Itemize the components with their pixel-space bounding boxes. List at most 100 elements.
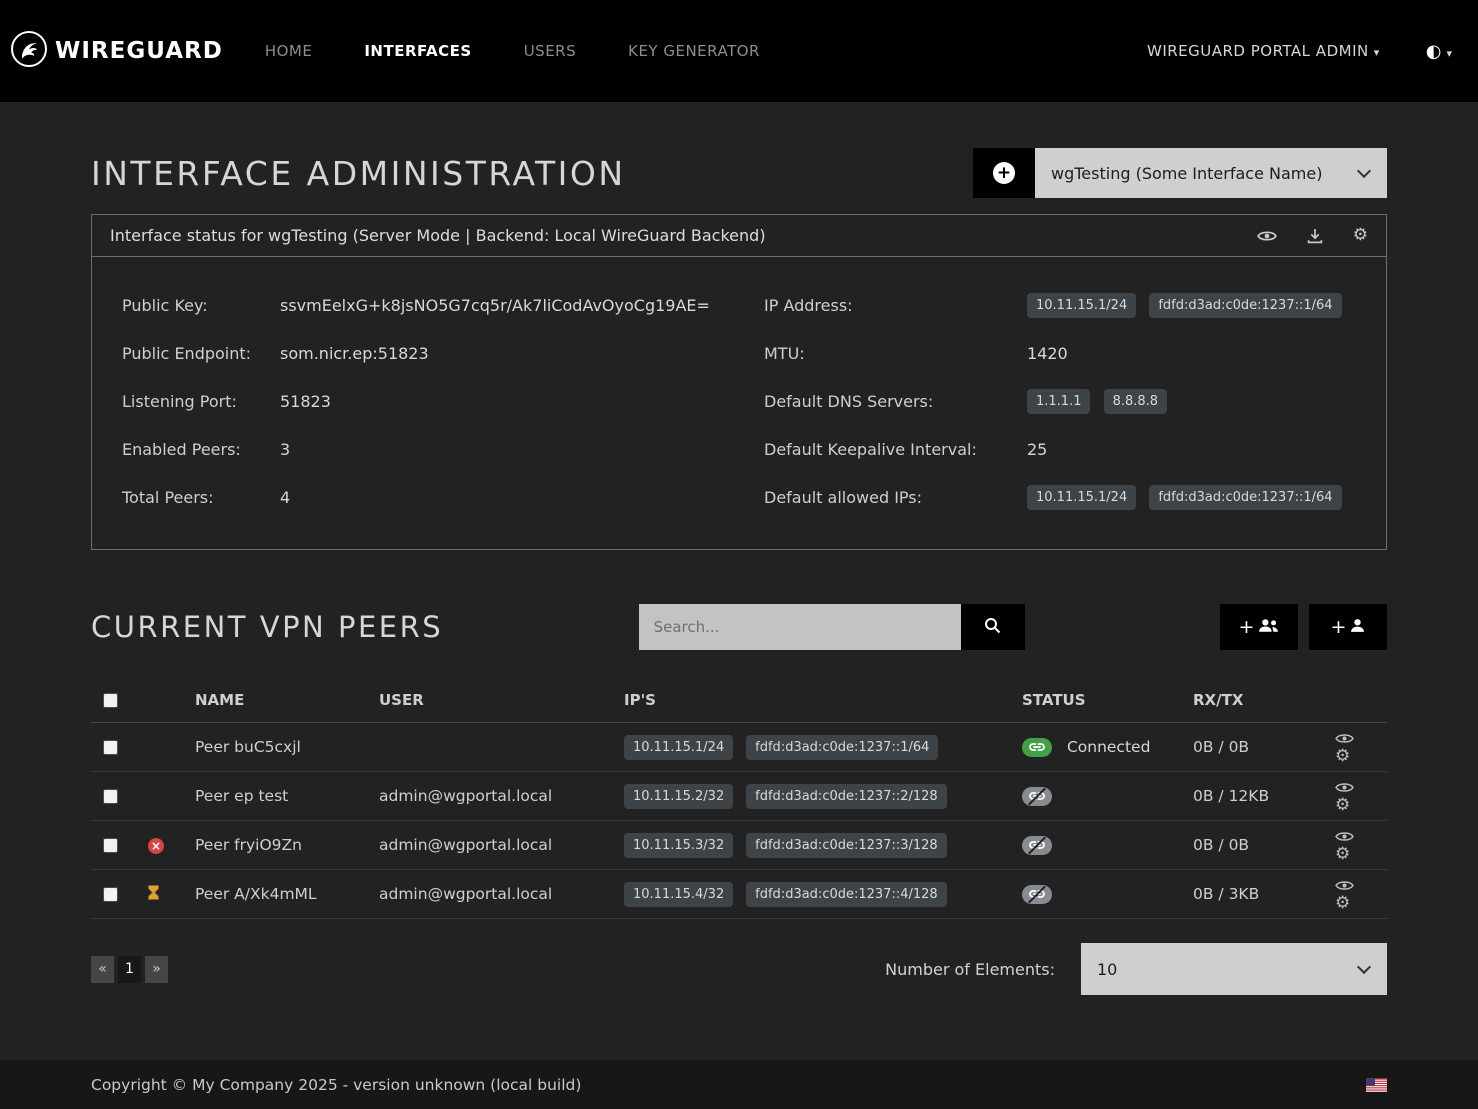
search-input[interactable] bbox=[639, 604, 961, 650]
edit-peer-button gear-icon[interactable]: ⚙ bbox=[1335, 748, 1350, 765]
peer-user: admin@wgportal.local bbox=[379, 821, 624, 870]
disconnected-link-slash-icon bbox=[1022, 836, 1052, 855]
card-title: Interface status for wgTesting (Server M… bbox=[110, 226, 766, 245]
info-label: Public Key: bbox=[122, 296, 280, 315]
info-label: Default allowed IPs: bbox=[764, 488, 1027, 507]
pagination-next[interactable]: » bbox=[145, 956, 168, 983]
info-label: IP Address: bbox=[764, 296, 1027, 315]
info-row: Public Key: ssvmEelxG+k8jsNO5G7cq5r/Ak7l… bbox=[122, 281, 764, 329]
top-navbar: WireGuard HOME INTERFACES USERS KEY GENE… bbox=[0, 0, 1478, 102]
info-row: MTU: 1420 bbox=[764, 329, 1356, 377]
select-all-checkbox[interactable] bbox=[103, 693, 118, 708]
plus-glyph: + bbox=[1331, 616, 1347, 638]
navbar-right: WIREGUARD PORTAL ADMIN▾ ◐▾ bbox=[1147, 41, 1452, 62]
col-header-rxtx: RX/TX bbox=[1193, 678, 1323, 723]
view-peer-button eye-icon[interactable] bbox=[1335, 879, 1354, 892]
people-icon bbox=[1258, 616, 1279, 638]
info-label: MTU: bbox=[764, 344, 1027, 363]
info-row: Total Peers: 4 bbox=[122, 473, 764, 521]
peer-disabled-icon: × bbox=[148, 838, 164, 854]
peer-rxtx: 0B / 0B bbox=[1193, 821, 1323, 870]
view-peer-button eye-icon[interactable] bbox=[1335, 732, 1354, 745]
connected-link-icon bbox=[1022, 738, 1052, 757]
add-interface-button[interactable]: + bbox=[973, 148, 1035, 198]
view-config-button eye-icon[interactable] bbox=[1257, 229, 1277, 243]
language-flag-icon[interactable] bbox=[1366, 1078, 1387, 1092]
peer-expiring-hourglass-icon bbox=[148, 886, 159, 904]
info-label: Total Peers: bbox=[122, 488, 280, 507]
dns-badge: 8.8.8.8 bbox=[1104, 389, 1167, 414]
interface-controls: + wgTesting (Some Interface Name) bbox=[973, 148, 1387, 198]
peer-name: Peer A/Xk4mML bbox=[195, 870, 379, 919]
enabled-peers-value: 3 bbox=[280, 440, 290, 459]
elements-per-page: Number of Elements: 10 bbox=[885, 943, 1387, 995]
peer-checkbox[interactable] bbox=[103, 740, 118, 755]
allowed-ip-badge: 10.11.15.1/24 bbox=[1027, 485, 1136, 510]
view-peer-button eye-icon[interactable] bbox=[1335, 781, 1354, 794]
chevron-down-icon: ▾ bbox=[1374, 46, 1380, 59]
theme-icon: ◐ bbox=[1426, 41, 1442, 62]
peer-user: admin@wgportal.local bbox=[379, 772, 624, 821]
info-row: Listening Port: 51823 bbox=[122, 377, 764, 425]
peer-ip-badge: 10.11.15.1/24 bbox=[624, 735, 733, 760]
peer-row: Peer ep test admin@wgportal.local 10.11.… bbox=[91, 772, 1387, 821]
peer-ip-badge: fdfd:d3ad:c0de:1237::4/128 bbox=[746, 882, 947, 907]
peer-ip-badge: fdfd:d3ad:c0de:1237::3/128 bbox=[746, 833, 947, 858]
search-icon bbox=[984, 617, 1001, 638]
peer-row: Peer A/Xk4mML admin@wgportal.local 10.11… bbox=[91, 870, 1387, 919]
brand-logo[interactable]: WireGuard bbox=[10, 30, 223, 72]
main-nav: HOME INTERFACES USERS KEY GENERATOR bbox=[265, 42, 760, 60]
interface-select[interactable]: wgTesting (Some Interface Name) bbox=[1035, 148, 1387, 198]
search-button[interactable] bbox=[961, 604, 1025, 650]
disconnected-link-slash-icon bbox=[1022, 885, 1052, 904]
plus-glyph: + bbox=[997, 165, 1011, 182]
col-header-status: STATUS bbox=[1022, 678, 1193, 723]
chevron-down-icon: ▾ bbox=[1446, 47, 1452, 60]
add-peer-button[interactable]: + bbox=[1309, 604, 1387, 650]
pagination-prev[interactable]: « bbox=[91, 956, 114, 983]
nav-item-home[interactable]: HOME bbox=[265, 42, 313, 60]
peer-name: Peer fryiO9Zn bbox=[195, 821, 379, 870]
ip-badge: 10.11.15.1/24 bbox=[1027, 293, 1136, 318]
theme-toggle-dropdown[interactable]: ◐▾ bbox=[1426, 41, 1452, 62]
table-header-row: NAME USER IP'S STATUS RX/TX bbox=[91, 678, 1387, 723]
nav-item-users[interactable]: USERS bbox=[524, 42, 576, 60]
page-title: INTERFACE ADMINISTRATION bbox=[91, 154, 626, 193]
ip-badge: fdfd:d3ad:c0de:1237::1/64 bbox=[1149, 293, 1341, 318]
edit-peer-button gear-icon[interactable]: ⚙ bbox=[1335, 797, 1350, 814]
mtu-value: 1420 bbox=[1027, 344, 1068, 363]
info-row: Default Keepalive Interval: 25 bbox=[764, 425, 1356, 473]
info-row: Public Endpoint: som.nicr.ep:51823 bbox=[122, 329, 764, 377]
edit-interface-button gear-icon[interactable]: ⚙ bbox=[1353, 227, 1368, 244]
interface-status-card: Interface status for wgTesting (Server M… bbox=[91, 214, 1387, 550]
info-row: Default DNS Servers: 1.1.1.1 8.8.8.8 bbox=[764, 377, 1356, 425]
peer-checkbox[interactable] bbox=[103, 789, 118, 804]
elements-select[interactable]: 10 bbox=[1081, 943, 1387, 995]
peer-row: Peer buC5cxjl 10.11.15.1/24 fdfd:d3ad:c0… bbox=[91, 723, 1387, 772]
user-menu-dropdown[interactable]: WIREGUARD PORTAL ADMIN▾ bbox=[1147, 42, 1380, 60]
add-multiple-peers-button[interactable]: + bbox=[1220, 604, 1298, 650]
peer-user bbox=[379, 723, 624, 772]
peer-rxtx: 0B / 0B bbox=[1193, 723, 1323, 772]
wireguard-dragon-icon bbox=[10, 30, 48, 72]
nav-item-key-generator[interactable]: KEY GENERATOR bbox=[628, 42, 760, 60]
elements-select-wrap: 10 bbox=[1081, 943, 1387, 995]
nav-item-interfaces[interactable]: INTERFACES bbox=[364, 42, 471, 60]
keepalive-value: 25 bbox=[1027, 440, 1047, 459]
info-label: Default Keepalive Interval: bbox=[764, 440, 1027, 459]
plus-glyph: + bbox=[1239, 616, 1255, 638]
pagination-page-1[interactable]: 1 bbox=[118, 956, 141, 983]
edit-peer-button gear-icon[interactable]: ⚙ bbox=[1335, 895, 1350, 912]
info-row: Enabled Peers: 3 bbox=[122, 425, 764, 473]
peer-status-label: Connected bbox=[1067, 738, 1150, 756]
peer-checkbox[interactable] bbox=[103, 838, 118, 853]
info-row: IP Address: 10.11.15.1/24 fdfd:d3ad:c0de… bbox=[764, 281, 1356, 329]
peer-rxtx: 0B / 12KB bbox=[1193, 772, 1323, 821]
search-group bbox=[639, 604, 1025, 650]
peer-checkbox[interactable] bbox=[103, 887, 118, 902]
download-config-button download-icon[interactable] bbox=[1307, 228, 1323, 244]
view-peer-button eye-icon[interactable] bbox=[1335, 830, 1354, 843]
disconnected-link-slash-icon bbox=[1022, 787, 1052, 806]
edit-peer-button gear-icon[interactable]: ⚙ bbox=[1335, 846, 1350, 863]
brand-text: WireGuard bbox=[55, 38, 223, 64]
